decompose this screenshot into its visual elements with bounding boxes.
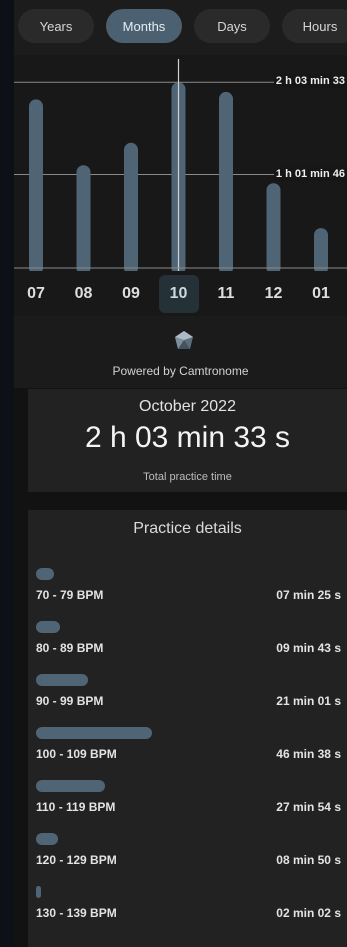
bpm-row: 80 - 89 BPM 09 min 43 s (28, 621, 347, 661)
bpm-range: 90 - 99 BPM (36, 694, 104, 708)
chart-bar-08[interactable] (76, 165, 91, 271)
bpm-row: 90 - 99 BPM 21 min 01 s (28, 674, 347, 714)
month-tick-01[interactable]: 01 (301, 271, 341, 316)
bpm-duration: 07 min 25 s (276, 588, 341, 602)
summary-card: October 2022 2 h 03 min 33 s Total pract… (28, 389, 347, 492)
bpm-row: 130 - 139 BPM 02 min 02 s (28, 886, 347, 926)
chart-bar-01[interactable] (314, 228, 328, 271)
period-tabs: Years Months Days Hours (14, 0, 347, 55)
app-screen: Years Months Days Hours 2 h 03 min 33 1 … (14, 0, 347, 947)
month-tick-11[interactable]: 11 (206, 271, 246, 316)
summary-month: October 2022 (139, 398, 236, 415)
bpm-range: 130 - 139 BPM (36, 906, 117, 920)
total-caption: Total practice time (143, 471, 232, 483)
reference-label-max: 2 h 03 min 33 (273, 74, 347, 89)
total-practice-time: 2 h 03 min 33 s (84, 421, 291, 454)
bpm-duration-bar (36, 727, 152, 739)
bpm-range: 80 - 89 BPM (36, 641, 104, 655)
bpm-duration: 02 min 02 s (276, 906, 341, 920)
bpm-range: 110 - 119 BPM (36, 800, 116, 814)
bpm-row: 110 - 119 BPM 27 min 54 s (28, 780, 347, 820)
tab-hours[interactable]: Hours (282, 9, 347, 43)
bpm-duration: 46 min 38 s (276, 747, 341, 761)
bpm-duration-bar (36, 780, 105, 792)
bpm-duration: 08 min 50 s (276, 853, 341, 867)
practice-details-card: Practice details 70 - 79 BPM 07 min 25 s 8… (28, 510, 347, 947)
chart-bar-12[interactable] (266, 183, 281, 271)
chart-bar-11[interactable] (219, 91, 233, 271)
monthly-practice-chart[interactable]: 2 h 03 min 33 1 h 01 min 46 (14, 55, 347, 271)
bpm-row: 70 - 79 BPM 07 min 25 s (28, 568, 347, 608)
bpm-duration: 27 min 54 s (276, 800, 341, 814)
tab-days[interactable]: Days (194, 9, 270, 43)
bpm-duration: 21 min 01 s (276, 694, 341, 708)
month-tick-10[interactable]: 10 (158, 275, 199, 313)
bpm-duration-bar (36, 621, 60, 633)
bpm-range: 70 - 79 BPM (36, 588, 104, 602)
bpm-row: 120 - 129 BPM 08 min 50 s (28, 833, 347, 873)
bpm-duration-bar (36, 833, 58, 845)
month-tick-08[interactable]: 08 (64, 271, 104, 316)
bpm-range: 100 - 109 BPM (36, 747, 117, 761)
branding-section: Powered by Camtronome (14, 316, 347, 388)
month-tick-07[interactable]: 07 (16, 271, 56, 316)
month-tick-12[interactable]: 12 (254, 271, 294, 316)
bpm-duration-bar (36, 674, 88, 686)
month-axis: 07 08 09 10 11 12 01 (14, 271, 347, 316)
chart-bar-07[interactable] (29, 99, 43, 271)
bpm-duration-bar (36, 886, 41, 898)
powered-by-text: Powered by Camtronome (112, 364, 249, 378)
chart-bar-09[interactable] (124, 142, 138, 271)
tab-years[interactable]: Years (18, 9, 94, 43)
tab-months[interactable]: Months (106, 9, 182, 43)
reference-label-average: 1 h 01 min 46 (273, 166, 347, 181)
month-tick-09[interactable]: 09 (111, 271, 151, 316)
bpm-duration-bar (36, 568, 54, 580)
bpm-range: 120 - 129 BPM (36, 853, 117, 867)
practice-details-title: Practice details (133, 520, 242, 537)
gem-icon (175, 331, 193, 349)
bpm-row: 100 - 109 BPM 46 min 38 s (28, 727, 347, 767)
bpm-duration: 09 min 43 s (276, 641, 341, 655)
